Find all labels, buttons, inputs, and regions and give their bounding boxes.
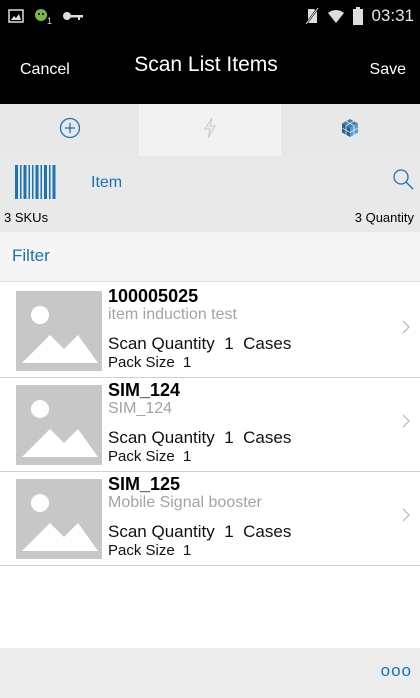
item-code: SIM_124 — [108, 380, 181, 400]
item-code: SIM_125 — [108, 474, 181, 494]
save-button[interactable]: Save — [370, 61, 406, 79]
item-pack-size: Pack Size 1 — [108, 542, 192, 559]
filter-label: Filter — [12, 246, 50, 265]
cancel-button[interactable]: Cancel — [20, 61, 70, 79]
filter-button[interactable]: Filter — [0, 232, 420, 282]
image-placeholder-icon — [16, 479, 102, 559]
no-sim-icon — [305, 7, 320, 25]
title-bar: Scan List Items Cancel Save — [0, 33, 420, 104]
search-icon[interactable] — [392, 168, 414, 195]
status-bar: 1 03:31 — [0, 0, 420, 33]
chevron-right-icon — [402, 508, 410, 527]
scan-row: Item — [0, 156, 420, 208]
item-scan-field[interactable]: Item — [91, 174, 122, 192]
android-notification-icon: 1 — [32, 7, 54, 25]
item-list: 100005025 item induction test Scan Quant… — [0, 284, 420, 566]
chevron-right-icon — [402, 320, 410, 339]
tab-quick-scan[interactable] — [139, 104, 280, 156]
image-placeholder-icon — [16, 385, 102, 465]
item-code: 100005025 — [108, 286, 199, 306]
list-item[interactable]: 100005025 item induction test Scan Quant… — [0, 284, 420, 378]
item-pack-size: Pack Size 1 — [108, 448, 192, 465]
quantity-total: 3 Quantity — [354, 210, 414, 225]
battery-icon — [353, 7, 364, 25]
item-scan-quantity: Scan Quantity 1 Cases — [108, 334, 292, 353]
cube-icon — [339, 117, 361, 144]
lightning-icon — [203, 117, 217, 144]
tab-items[interactable] — [279, 104, 420, 156]
tab-bar — [0, 104, 420, 156]
status-time: 03:31 — [371, 6, 414, 25]
list-item[interactable]: SIM_125 Mobile Signal booster Scan Quant… — [0, 472, 420, 566]
item-description: item induction test — [108, 306, 237, 323]
item-pack-size: Pack Size 1 — [108, 354, 192, 371]
barcode-icon[interactable] — [15, 165, 59, 204]
item-description: Mobile Signal booster — [108, 494, 262, 511]
item-description: SIM_124 — [108, 400, 173, 417]
summary-row: 3 SKUs 3 Quantity — [0, 208, 420, 232]
list-item[interactable]: SIM_124 SIM_124 Scan Quantity 1 Cases Pa… — [0, 378, 420, 472]
sku-count: 3 SKUs — [4, 210, 49, 225]
key-icon — [62, 10, 84, 22]
chevron-right-icon — [402, 414, 410, 433]
item-scan-quantity: Scan Quantity 1 Cases — [108, 428, 292, 447]
gallery-icon — [8, 9, 24, 23]
add-circle-icon — [59, 117, 81, 144]
bottom-toolbar: ooo — [0, 648, 420, 698]
item-scan-quantity: Scan Quantity 1 Cases — [108, 522, 292, 541]
image-placeholder-icon — [16, 291, 102, 371]
wifi-icon — [327, 8, 345, 24]
svg-text:1: 1 — [47, 16, 52, 25]
tab-add[interactable] — [0, 104, 140, 156]
more-options-button[interactable]: ooo — [381, 661, 412, 681]
